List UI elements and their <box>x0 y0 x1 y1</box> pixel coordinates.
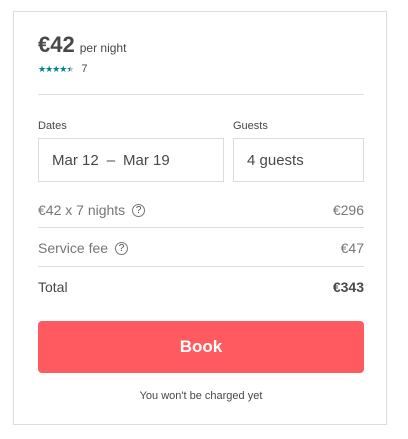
price-row: €42 per night <box>38 32 126 58</box>
no-charge-note: You won't be charged yet <box>139 390 263 402</box>
nights-label: €42 x 7 nights <box>38 202 126 218</box>
nights-amount: €296 <box>332 202 364 218</box>
guests-label: Guests <box>233 120 268 132</box>
divider <box>38 266 364 267</box>
total-amount: €343 <box>332 279 364 295</box>
total-label: Total <box>38 279 68 295</box>
nights-line: €42 x 7 nights ? €296 <box>38 202 364 218</box>
star-icon: ★ <box>38 64 46 74</box>
star-icon: ★ <box>45 64 53 74</box>
divider <box>38 94 364 95</box>
check-in-date[interactable]: Mar 12 <box>52 152 99 169</box>
divider <box>38 227 364 228</box>
guests-value: 4 guests <box>247 151 304 169</box>
total-line: Total €343 <box>38 279 364 295</box>
service-fee-line: Service fee ? €47 <box>38 240 364 256</box>
dates-label: Dates <box>38 120 67 132</box>
star-icon: ★ <box>59 64 67 74</box>
book-button[interactable]: Book <box>38 321 364 373</box>
star-rating: ★ ★ ★ ★ ★ <box>38 64 74 74</box>
star-icon: ★ <box>52 64 60 74</box>
service-fee-label: Service fee <box>38 240 109 256</box>
per-night-label: per night <box>79 41 127 55</box>
service-fee-amount: €47 <box>340 240 364 256</box>
question-icon[interactable]: ? <box>132 203 146 217</box>
dates-field[interactable]: Mar 12 – Mar 19 <box>38 138 224 182</box>
booking-card: €42 per night ★ ★ ★ ★ ★ 7 Dates Guests M… <box>13 11 387 425</box>
date-range-separator: – <box>106 151 116 169</box>
check-out-date[interactable]: Mar 19 <box>123 152 170 169</box>
nightly-price: €42 <box>38 32 75 57</box>
review-count: 7 <box>81 63 88 75</box>
guests-field[interactable]: 4 guests <box>233 138 364 182</box>
rating: ★ ★ ★ ★ ★ 7 <box>38 63 88 75</box>
question-icon[interactable]: ? <box>115 241 129 255</box>
half-star-icon: ★ <box>66 64 74 74</box>
